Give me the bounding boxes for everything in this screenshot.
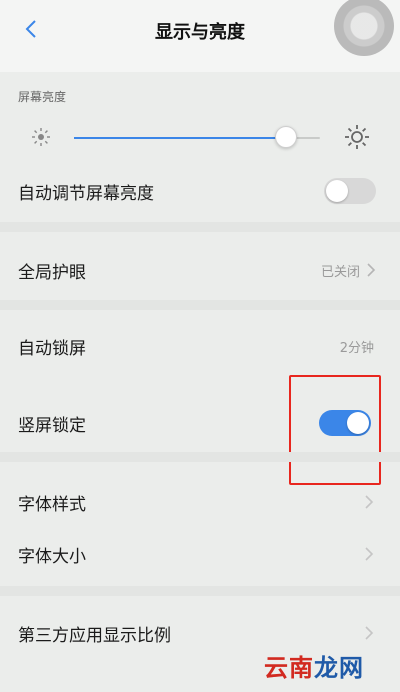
font-style-label: 字体样式: [18, 494, 86, 515]
highlight-annotation-box: [289, 375, 381, 485]
auto-lock-row[interactable]: 自动锁屏 2分钟: [0, 320, 400, 372]
floating-ball-icon[interactable]: [334, 0, 394, 56]
eye-protection-label: 全局护眼: [18, 262, 86, 283]
sun-large-icon: [345, 125, 369, 149]
font-size-label: 字体大小: [18, 546, 86, 567]
display-brightness-screen: 显示与亮度 屏幕亮度 自动调节屏幕亮度 全局护眼 已关闭 自动锁屏 2分钟 竖屏…: [0, 0, 400, 692]
brightness-slider[interactable]: [74, 126, 320, 148]
divider: [0, 452, 400, 462]
third-party-ratio-label: 第三方应用显示比例: [18, 625, 171, 646]
auto-brightness-toggle[interactable]: [324, 178, 376, 204]
brightness-slider-fill: [74, 137, 286, 139]
eye-protection-value: 已关闭: [320, 264, 360, 280]
chevron-right-icon: [367, 263, 376, 277]
divider: [0, 300, 400, 310]
site-watermark: 云南龙网: [264, 653, 364, 682]
chevron-right-icon: [365, 626, 374, 640]
toggle-knob: [326, 180, 348, 202]
font-size-row[interactable]: 字体大小: [0, 530, 400, 578]
portrait-lock-label: 竖屏锁定: [18, 415, 86, 436]
auto-brightness-label: 自动调节屏幕亮度: [18, 183, 154, 204]
chevron-right-icon: [365, 547, 374, 561]
brightness-slider-row: [0, 112, 400, 164]
font-style-row[interactable]: 字体样式: [0, 478, 400, 526]
eye-protection-row[interactable]: 全局护眼 已关闭: [0, 242, 400, 298]
auto-lock-label: 自动锁屏: [18, 338, 86, 359]
divider: [0, 586, 400, 596]
sun-small-icon: [32, 128, 50, 146]
header: 显示与亮度: [0, 0, 400, 72]
brightness-section-label: 屏幕亮度: [18, 90, 67, 104]
brightness-slider-thumb[interactable]: [274, 126, 297, 148]
auto-brightness-row[interactable]: 自动调节屏幕亮度: [0, 166, 400, 216]
auto-lock-value: 2分钟: [339, 340, 374, 356]
chevron-right-icon: [365, 495, 374, 509]
divider: [0, 222, 400, 232]
